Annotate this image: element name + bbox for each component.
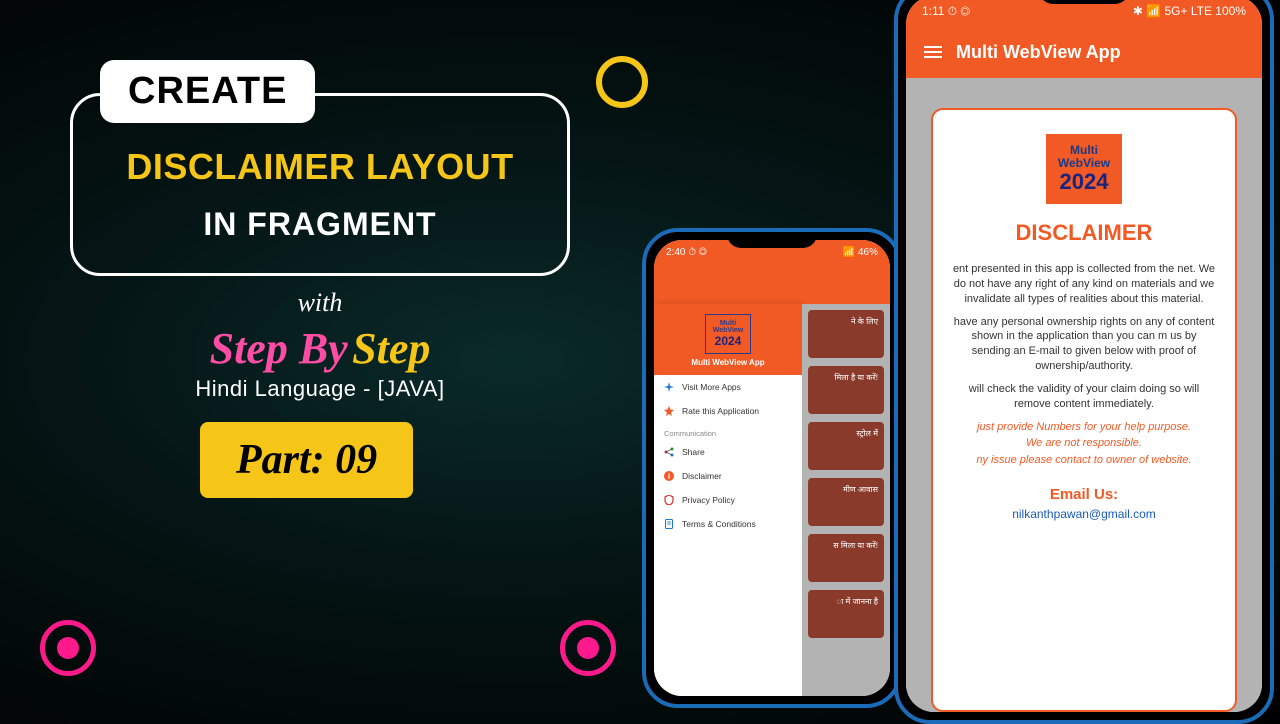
drawer-item-share[interactable]: Share (654, 440, 802, 464)
status-right: 📶 46% (843, 247, 878, 258)
drawer-title: Multi WebView App (658, 358, 798, 367)
decorative-circle (596, 56, 648, 108)
list-item[interactable]: स्ट्रोल में (808, 422, 884, 470)
star-icon (664, 406, 674, 416)
drawer-item-rate[interactable]: Rate this Application (654, 399, 802, 423)
status-right: ✱ 📶 5G+ LTE 100% (1133, 4, 1246, 18)
info-icon: i (664, 471, 674, 481)
phone-large-screen: 1:11 ⏱ ◎ ✱ 📶 5G+ LTE 100% Multi WebView … (906, 0, 1262, 712)
status-left: 1:11 ⏱ ◎ (922, 4, 970, 19)
subtitle: Hindi Language - [JAVA] (70, 376, 570, 402)
svg-text:i: i (668, 472, 670, 481)
decorative-target-left (40, 620, 96, 676)
disclaimer-note: just provide Numbers for your help purpo… (951, 420, 1217, 435)
share-icon (664, 447, 674, 457)
large-body: Multi WebView 2024 DISCLAIMER ent presen… (906, 78, 1262, 712)
title-line2: IN FRAGMENT (103, 206, 537, 243)
app-bar: Multi WebView App (906, 26, 1262, 78)
nav-drawer: Multi WebView 2024 Multi WebView App Vis… (654, 304, 802, 696)
disclaimer-card: Multi WebView 2024 DISCLAIMER ent presen… (931, 108, 1237, 712)
content-behind: ने के लिए मिला है या करें! स्ट्रोल में म… (802, 304, 890, 696)
drawer-logo: Multi WebView 2024 (705, 314, 751, 354)
phone-large: 1:11 ⏱ ◎ ✱ 📶 5G+ LTE 100% Multi WebView … (894, 0, 1274, 724)
disclaimer-note: We are not responsible. (951, 436, 1217, 451)
list-item[interactable]: स मिला या करें! (808, 534, 884, 582)
disclaimer-para: ent presented in this app is collected f… (951, 262, 1217, 307)
status-left: 2:40 ⏱ ◎ (666, 247, 707, 258)
step-pink: Step By (210, 324, 348, 373)
list-item[interactable]: मिला है या करें! (808, 366, 884, 414)
create-badge: CREATE (100, 60, 315, 123)
step-yellow: Step (352, 324, 430, 373)
decorative-target-right (560, 620, 616, 676)
title-block: CREATE DISCLAIMER LAYOUT IN FRAGMENT wit… (70, 60, 570, 498)
with-text: with (70, 288, 570, 318)
disclaimer-para: have any personal ownership rights on an… (951, 315, 1217, 374)
drawer-item-visit[interactable]: Visit More Apps (654, 375, 802, 399)
drawer-item-privacy[interactable]: Privacy Policy (654, 488, 802, 512)
app-title: Multi WebView App (956, 42, 1121, 63)
title-line1: DISCLAIMER LAYOUT (103, 146, 537, 188)
disclaimer-para: will check the validity of your claim do… (951, 382, 1217, 412)
apps-icon (664, 382, 674, 392)
drawer-header: Multi WebView 2024 Multi WebView App (654, 304, 802, 375)
notch (1039, 0, 1129, 4)
shield-icon (664, 495, 674, 505)
hamburger-icon[interactable] (924, 43, 942, 61)
list-item[interactable]: ा में जानना है (808, 590, 884, 638)
document-icon (664, 519, 674, 529)
drawer-item-disclaimer[interactable]: i Disclaimer (654, 464, 802, 488)
drawer-item-terms[interactable]: Terms & Conditions (654, 512, 802, 536)
drawer-section: Communication (654, 423, 802, 440)
app-bar (654, 264, 890, 304)
disclaimer-heading: DISCLAIMER (951, 220, 1217, 246)
app-logo: Multi WebView 2024 (1046, 134, 1122, 204)
part-badge: Part: 09 (200, 422, 413, 498)
list-item[interactable]: ने के लिए (808, 310, 884, 358)
small-body: Multi WebView 2024 Multi WebView App Vis… (654, 304, 890, 696)
disclaimer-note: ny issue please contact to owner of webs… (951, 453, 1217, 468)
phone-small: 2:40 ⏱ ◎ 📶 46% Multi WebView 2024 Multi … (642, 228, 902, 708)
email-link[interactable]: nilkanthpawan@gmail.com (951, 507, 1217, 521)
list-item[interactable]: मीण आवास (808, 478, 884, 526)
step-by-step: Step By Step (70, 323, 570, 374)
notch (727, 232, 817, 248)
phone-small-screen: 2:40 ⏱ ◎ 📶 46% Multi WebView 2024 Multi … (654, 240, 890, 696)
email-label: Email Us: (951, 486, 1217, 503)
